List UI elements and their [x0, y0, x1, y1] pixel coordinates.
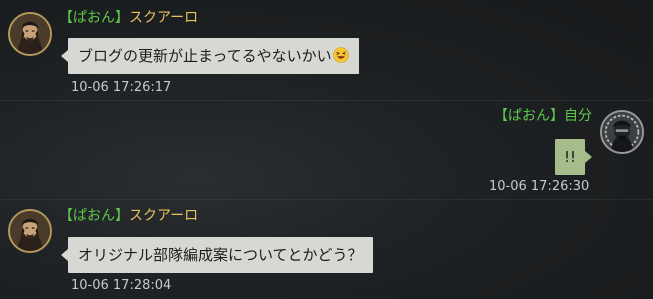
group-bracket-close: 】	[115, 10, 129, 26]
group-name: ぱおん	[508, 108, 550, 124]
group-name: ぱおん	[73, 10, 115, 26]
group-bracket-close: 】	[550, 108, 564, 124]
warrior-portrait-icon	[10, 14, 50, 54]
warrior-portrait-icon	[10, 211, 50, 251]
squalo-avatar[interactable]	[8, 12, 52, 56]
message-text: !!	[564, 148, 577, 166]
message-text: ブログの更新が止まってるやないかい	[78, 47, 332, 65]
message-bubble: オリジナル部隊編成案についてとかどう？	[61, 237, 373, 273]
group-name: ぱおん	[73, 208, 115, 224]
self-message-bubble: !!	[555, 139, 593, 175]
self-name: 自分	[564, 108, 592, 124]
character-name: スクアーロ	[129, 208, 199, 224]
grinning-squint-face-icon	[332, 47, 349, 63]
character-name: スクアーロ	[129, 10, 199, 26]
group-bracket-open: 【	[494, 108, 508, 124]
masked-figure-portrait-icon	[602, 112, 642, 152]
message-bubble: ブログの更新が止まってるやないかい	[61, 38, 359, 74]
message-timestamp: 10-06 17:26:17	[71, 80, 172, 95]
group-bracket-open: 【	[59, 208, 73, 224]
message-divider	[0, 100, 653, 101]
message-text: オリジナル部隊編成案についてとかどう？	[78, 246, 363, 264]
message-divider	[0, 199, 653, 200]
message-timestamp: 10-06 17:28:04	[71, 278, 172, 293]
self-avatar[interactable]	[600, 110, 644, 154]
message-timestamp: 10-06 17:26:30	[489, 179, 590, 194]
sender-name: 【ぱおん】自分	[494, 107, 592, 125]
group-bracket-close: 】	[115, 208, 129, 224]
squalo-avatar[interactable]	[8, 209, 52, 253]
sender-name: 【ぱおん】スクアーロ	[59, 207, 198, 225]
group-bracket-open: 【	[59, 10, 73, 26]
sender-name: 【ぱおん】スクアーロ	[59, 9, 198, 27]
